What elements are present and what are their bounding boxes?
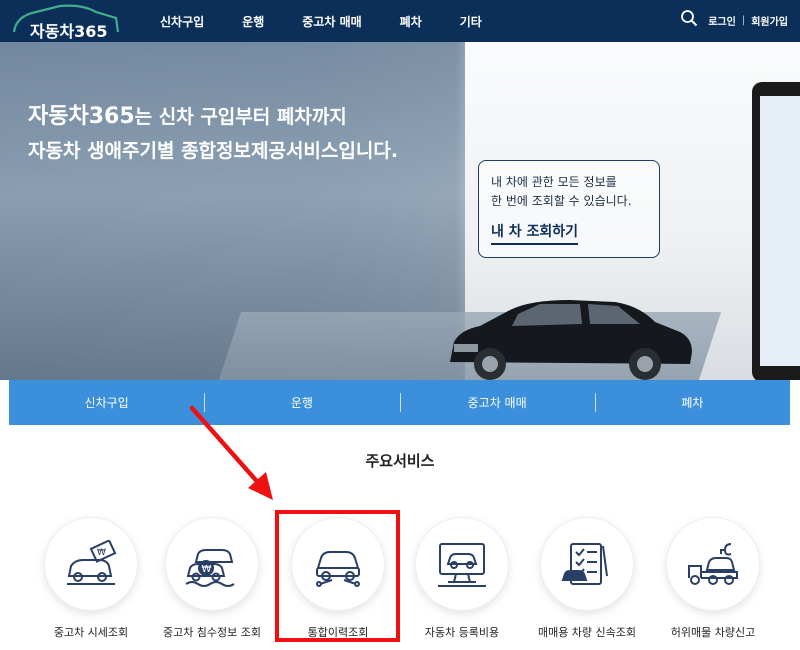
service-used-car-price[interactable]: ₩ 중고차 시세조회: [28, 518, 154, 640]
service-registration-cost[interactable]: 자동차 등록비용: [399, 518, 525, 640]
nav-used-car[interactable]: 중고차 매매: [302, 13, 361, 30]
my-car-callout: 내 차에 관한 모든 정보를 한 번에 조회할 수 있습니다. 내 차 조회하기: [478, 160, 660, 258]
black-suv-image: [450, 300, 692, 380]
hero-title-brand: 자동차365: [28, 104, 135, 129]
svg-text:₩: ₩: [202, 564, 212, 575]
divider: |: [741, 15, 746, 26]
tow-truck-report-icon: [688, 543, 738, 585]
service-circle[interactable]: [416, 518, 508, 610]
service-label: 허위매물 차량신고: [670, 626, 756, 639]
service-dealer-car-lookup[interactable]: 매매용 차량 신속조회: [524, 518, 650, 640]
flooded-car-icon: ₩: [185, 549, 235, 587]
service-circle[interactable]: [541, 518, 633, 610]
callout-description: 내 차에 관한 모든 정보를 한 번에 조회할 수 있습니다.: [491, 173, 647, 211]
service-label: 자동차 등록비용: [424, 626, 500, 639]
hero-banner: 자동차365는 신차 구입부터 폐차까지 자동차 생애주기별 종합정보제공서비스…: [0, 42, 800, 380]
service-label: 중고차 침수정보 조회: [162, 626, 262, 639]
svg-text:₩: ₩: [97, 548, 106, 558]
hero-title-line2: 자동차 생애주기별 종합정보제공서비스입니다.: [28, 140, 399, 162]
nav-new-car[interactable]: 신차구입: [160, 13, 204, 30]
service-circle[interactable]: [667, 518, 759, 610]
signup-link[interactable]: 회원가입: [751, 13, 788, 28]
my-car-lookup-link[interactable]: 내 차 조회하기: [491, 221, 579, 245]
logo-text: 자동차365: [30, 22, 108, 41]
category-bar: 신차구입 운행 중고차 매매 폐차: [9, 380, 790, 425]
service-label: 중고차 시세조회: [53, 626, 129, 639]
service-circle[interactable]: ₩: [166, 518, 258, 610]
search-icon[interactable]: [680, 9, 698, 27]
nav-driving[interactable]: 운행: [242, 13, 264, 30]
service-label: 매매용 차량 신속조회: [537, 626, 637, 639]
callout-line2: 한 번에 조회할 수 있습니다.: [491, 194, 632, 208]
nav-scrap[interactable]: 폐차: [400, 13, 422, 30]
annotation-highlight-box: [275, 510, 400, 642]
login-link[interactable]: 로그인: [708, 13, 736, 28]
dealer-car-checklist-icon: [561, 543, 608, 585]
site-logo[interactable]: 자동차365: [12, 2, 120, 41]
registration-cost-icon: [438, 543, 486, 587]
main-nav: 신차구입 운행 중고차 매매 폐차 기타: [160, 0, 520, 42]
top-header: 자동차365 신차구입 운행 중고차 매매 폐차 기타 로그인 | 회원가입: [0, 0, 800, 42]
callout-line1: 내 차에 관한 모든 정보를: [491, 175, 617, 189]
tablet-image: [752, 82, 800, 380]
services-title: 주요서비스: [365, 452, 435, 470]
category-scrap[interactable]: 폐차: [594, 380, 790, 425]
hero-title-line1: 는 신차 구입부터 폐차까지: [134, 106, 347, 128]
tablet-screen: [760, 96, 800, 366]
service-fake-listing-report[interactable]: 허위매물 차량신고: [650, 518, 776, 640]
service-flooded-car[interactable]: ₩ 중고차 침수정보 조회: [149, 518, 275, 640]
category-used-car[interactable]: 중고차 매매: [399, 380, 595, 425]
hero-title: 자동차365는 신차 구입부터 폐차까지 자동차 생애주기별 종합정보제공서비스…: [28, 100, 398, 168]
category-new-car[interactable]: 신차구입: [9, 380, 204, 425]
user-links: 로그인 | 회원가입: [708, 13, 788, 28]
used-car-price-icon: ₩: [67, 540, 117, 585]
nav-etc[interactable]: 기타: [460, 13, 482, 30]
service-circle[interactable]: ₩: [45, 518, 137, 610]
category-driving[interactable]: 운행: [204, 380, 399, 425]
